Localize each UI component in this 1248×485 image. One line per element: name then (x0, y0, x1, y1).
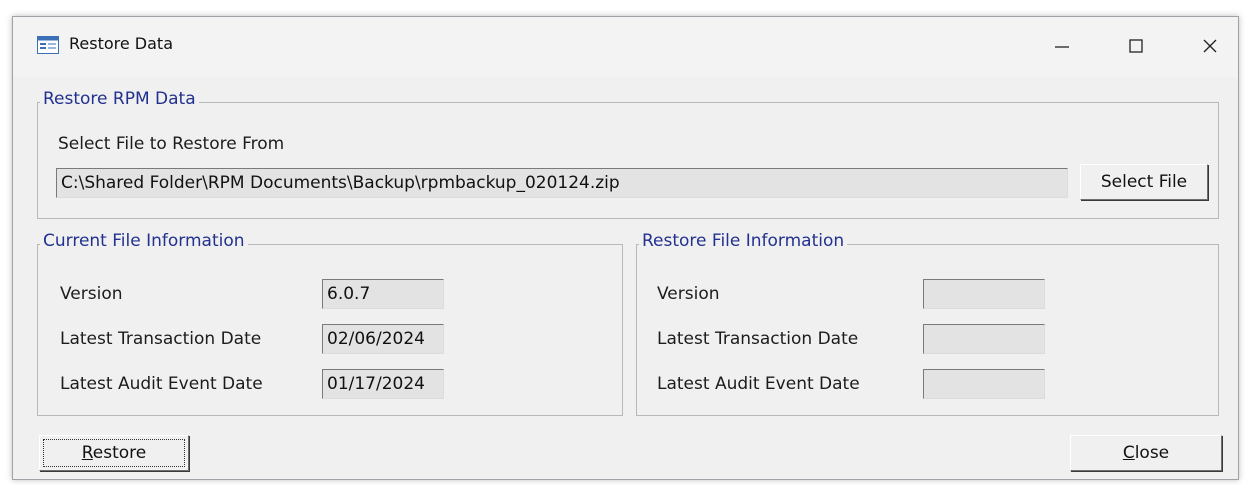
close-button[interactable]: Close (1070, 435, 1222, 471)
current-version-field[interactable]: 6.0.7 (322, 279, 444, 309)
restore-transaction-date-label: Latest Transaction Date (657, 329, 859, 349)
close-label-rest: lose (1134, 443, 1170, 463)
restore-file-info-group: Restore File Information Version Latest … (636, 231, 1219, 416)
restore-button[interactable]: Restore (39, 435, 189, 471)
close-icon (1203, 39, 1217, 53)
restore-rpm-data-group: Restore RPM Data Select File to Restore … (37, 89, 1219, 219)
restore-data-window: Restore Data Restore RPM Data Select Fil… (12, 16, 1239, 480)
minimize-button[interactable] (1039, 27, 1085, 67)
form-icon (37, 36, 59, 54)
minimize-icon (1055, 46, 1069, 48)
file-path-field[interactable]: C:\Shared Folder\RPM Documents\Backup\rp… (56, 168, 1068, 198)
restore-audit-date-label: Latest Audit Event Date (657, 374, 860, 394)
restore-version-field[interactable] (923, 279, 1045, 309)
maximize-icon (1129, 39, 1143, 53)
select-file-label: Select File to Restore From (58, 134, 285, 154)
current-version-label: Version (60, 284, 123, 304)
current-transaction-date-label: Latest Transaction Date (60, 329, 262, 349)
current-transaction-date-field[interactable]: 02/06/2024 (322, 324, 444, 354)
restore-audit-date-field[interactable] (923, 369, 1045, 399)
restore-label-rest: estore (92, 443, 147, 463)
current-audit-date-field[interactable]: 01/17/2024 (322, 369, 444, 399)
maximize-button[interactable] (1113, 27, 1159, 67)
current-audit-date-label: Latest Audit Event Date (60, 374, 263, 394)
current-info-legend: Current File Information (40, 231, 248, 251)
select-file-button[interactable]: Select File (1080, 164, 1208, 200)
restore-version-label: Version (657, 284, 720, 304)
close-mnemonic: C (1122, 443, 1135, 463)
current-file-info-group: Current File Information Version 6.0.7 L… (37, 231, 623, 416)
restore-mnemonic: R (81, 443, 93, 463)
restore-transaction-date-field[interactable] (923, 324, 1045, 354)
title-bar[interactable]: Restore Data (13, 17, 1238, 77)
close-window-button[interactable] (1187, 27, 1233, 67)
restore-group-legend: Restore RPM Data (40, 89, 199, 109)
window-title: Restore Data (69, 34, 173, 53)
restore-info-legend: Restore File Information (639, 231, 848, 251)
